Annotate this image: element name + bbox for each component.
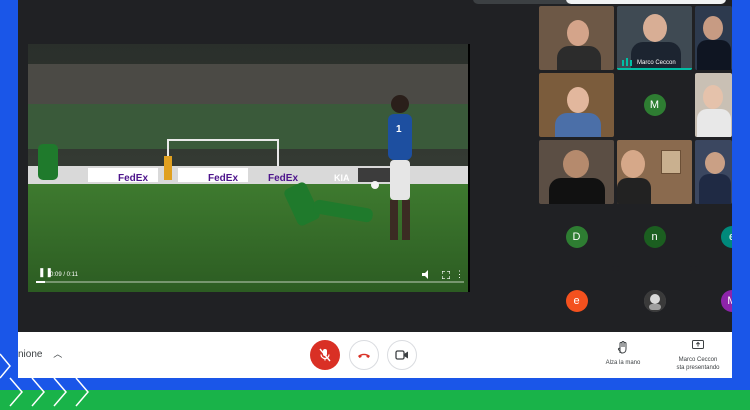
raise-hand-icon: [617, 341, 627, 354]
participant-tile-2[interactable]: Marco Ceccon: [617, 6, 692, 70]
participant-tile-4[interactable]: [539, 73, 614, 137]
participant-body: [555, 113, 601, 137]
participant-tile-1[interactable]: [539, 6, 614, 70]
participant-face: [643, 14, 667, 42]
ad-board-text: FedEx FedEx FedEx KIA: [118, 173, 350, 184]
video-controls: ❚❚ 0:09 / 0:11 ⋮: [28, 266, 470, 292]
participant-avatar: e: [565, 289, 588, 312]
participant-avatar: n: [643, 226, 666, 248]
participant-face: [705, 152, 725, 174]
participant-tile-7[interactable]: [539, 140, 614, 204]
participant-body: [697, 109, 731, 137]
video-progress-bar[interactable]: [36, 281, 464, 283]
participant-face: [703, 85, 723, 109]
participant-tile-5[interactable]: M: [617, 73, 692, 137]
speaking-indicator: [617, 68, 692, 70]
more-vert-icon[interactable]: ⋮: [455, 269, 464, 280]
camera-toggle-button[interactable]: [387, 340, 417, 370]
audio-bars-icon: [622, 58, 632, 66]
ad-board-1: FedEx: [118, 173, 148, 184]
participant-tile-14[interactable]: [617, 270, 692, 331]
meet-window: FedEx FedEx FedEx KIA 1 ❚❚ 0:09 / 0:11 ⋮: [18, 0, 732, 378]
hangup-button[interactable]: [349, 340, 379, 370]
mic-toggle-button[interactable]: [310, 340, 340, 370]
participant-name: Marco Ceccon: [637, 60, 676, 66]
ad-board-2: FedEx: [208, 173, 238, 184]
participant-tile-10[interactable]: D: [539, 207, 614, 267]
ad-board-4: KIA: [334, 173, 350, 183]
fullscreen-icon[interactable]: [442, 271, 450, 279]
participant-tile-13[interactable]: e: [539, 270, 614, 331]
participant-avatar: M: [721, 289, 732, 312]
football-video-frame: [28, 44, 470, 292]
participant-tile-9[interactable]: [695, 140, 732, 204]
participant-tile-6[interactable]: [695, 73, 732, 137]
participant-tile-3[interactable]: [695, 6, 732, 70]
photo-avatar-image: [643, 289, 666, 312]
participant-photo-avatar: [643, 289, 666, 312]
participant-avatar: D: [565, 226, 588, 248]
video-progress-fill: [36, 281, 45, 283]
footer-green-band: [0, 390, 750, 410]
camera-icon: [395, 350, 408, 360]
participant-face: [703, 16, 723, 40]
raise-hand-label: Alza la mano: [605, 360, 641, 366]
participant-tile-15[interactable]: M: [695, 270, 732, 331]
participant-tile-12[interactable]: e: [695, 207, 732, 267]
participant-avatar: e: [721, 226, 732, 248]
hangup-icon: [358, 353, 370, 358]
video-time: 0:09 / 0:11: [50, 272, 78, 278]
participant-face: [567, 87, 589, 113]
participant-body: [699, 174, 731, 204]
player-number: 1: [396, 124, 402, 135]
meeting-controls-bar: nione ︿ Alza la mano Marco Ceccon sta pr…: [18, 332, 732, 378]
participant-avatar: M: [643, 94, 666, 116]
presenting-indicator[interactable]: Marco Ceccon sta presentando: [668, 338, 728, 372]
participant-face: [563, 150, 589, 178]
participant-face: [621, 150, 645, 178]
raise-hand-button[interactable]: Alza la mano: [596, 341, 650, 367]
top-pill-light[interactable]: [566, 0, 726, 4]
participant-body: [617, 178, 651, 204]
mic-off-icon: [319, 348, 331, 362]
participant-face: [567, 20, 589, 46]
presenter-status: sta presentando: [676, 365, 720, 371]
top-pill-dark: [473, 0, 573, 4]
shared-video[interactable]: FedEx FedEx FedEx KIA 1 ❚❚ 0:09 / 0:11 ⋮: [28, 44, 470, 292]
participant-tile-11[interactable]: n: [617, 207, 692, 267]
chevron-decoration: [0, 353, 89, 407]
ad-board-3: FedEx: [268, 173, 298, 184]
wall-picture: [661, 150, 681, 174]
volume-icon[interactable]: [422, 270, 432, 279]
participant-grid: Marco Ceccon M D n e M: [539, 6, 732, 331]
participant-body: [697, 40, 731, 70]
participant-body: [549, 178, 605, 204]
participant-body: [557, 46, 601, 70]
present-screen-icon: [692, 340, 704, 349]
participant-tile-8[interactable]: [617, 140, 692, 204]
presenter-name: Marco Ceccon: [678, 357, 718, 363]
